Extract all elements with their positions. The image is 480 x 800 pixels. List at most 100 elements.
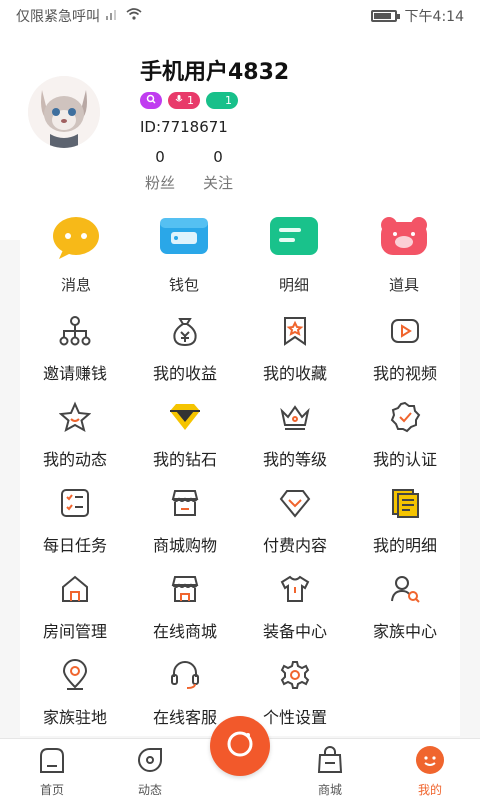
feature-label: 在线商城 — [152, 622, 217, 641]
feature-personal-settings[interactable]: 个性设置 — [240, 658, 350, 728]
settings-gear-icon — [278, 658, 312, 692]
feature-verification[interactable]: 我的认证 — [350, 400, 460, 470]
quick-action-wallet[interactable]: 钱包 — [144, 216, 224, 295]
search-badge-icon — [146, 94, 156, 107]
feature-customer-service[interactable]: 在线客服 — [130, 658, 240, 728]
camera-button[interactable] — [210, 716, 270, 776]
nav-home[interactable]: 首页 — [22, 745, 82, 798]
profile-header: 手机用户4832 1 1 ID:7718671 0 粉丝 0 关注 — [0, 40, 480, 200]
following-stat[interactable]: 0 关注 — [198, 148, 238, 193]
message-icon — [51, 216, 101, 259]
feature-room-management[interactable]: 房间管理 — [20, 572, 130, 642]
feature-label: 每日任务 — [42, 536, 107, 555]
location-icon — [58, 658, 92, 692]
mic-badge-value: 1 — [187, 94, 194, 107]
home-nav-icon — [37, 745, 67, 775]
feature-grid: 邀请赚钱 我的收益 我的收藏 我的视频 我的动态 我的钻石 我的等级 我的认证 … — [20, 300, 460, 736]
feature-paid-content[interactable]: 付费内容 — [240, 486, 350, 556]
moment-nav-icon — [135, 745, 165, 775]
wifi-icon — [126, 8, 142, 24]
crown-icon — [278, 400, 312, 434]
paid-content-icon — [278, 486, 312, 520]
family-icon — [388, 572, 422, 606]
feature-label: 我的认证 — [372, 450, 437, 469]
feature-label: 家族中心 — [372, 622, 437, 641]
nav-mall[interactable]: 商城 — [300, 745, 360, 798]
star-icon — [58, 400, 92, 434]
feature-videos[interactable]: 我的视频 — [350, 314, 460, 384]
props-icon — [379, 216, 429, 256]
moon-badge-value: 1 — [225, 94, 232, 107]
feature-level[interactable]: 我的等级 — [240, 400, 350, 470]
feature-online-store[interactable]: 在线商城 — [130, 572, 240, 642]
avatar[interactable] — [28, 76, 100, 148]
notebook-icon — [388, 486, 422, 520]
feature-label: 我的钻石 — [152, 450, 217, 469]
clock-text: 下午4:14 — [404, 9, 464, 25]
feature-favorites[interactable]: 我的收藏 — [240, 314, 350, 384]
status-bar: 仅限紧急呼叫 下午4:14 — [0, 0, 480, 32]
invite-icon — [58, 314, 92, 348]
feature-label: 邀请赚钱 — [42, 364, 107, 383]
feature-label: 我的视频 — [372, 364, 437, 383]
bookmark-icon — [278, 314, 312, 348]
following-count: 0 — [213, 148, 223, 166]
profile-nav-icon — [415, 745, 445, 775]
quick-action-message[interactable]: 消息 — [36, 216, 116, 295]
quick-action-label: 道具 — [388, 276, 419, 294]
details-icon — [269, 216, 319, 256]
wallet-icon — [159, 216, 209, 256]
quick-action-label: 钱包 — [168, 276, 199, 294]
video-icon — [388, 314, 422, 348]
feature-invite[interactable]: 邀请赚钱 — [20, 314, 130, 384]
mic-badge-icon — [174, 94, 184, 107]
quick-action-props[interactable]: 道具 — [364, 216, 444, 295]
fans-label: 粉丝 — [144, 174, 175, 192]
nav-mine[interactable]: 我的 — [400, 745, 460, 798]
signal-icon — [106, 8, 120, 24]
quick-action-label: 消息 — [60, 276, 91, 294]
feature-family-base[interactable]: 家族驻地 — [20, 658, 130, 728]
feature-diamonds[interactable]: 我的钻石 — [130, 400, 240, 470]
nav-moments[interactable]: 动态 — [120, 745, 180, 798]
money-bag-icon — [168, 314, 202, 348]
search-badge — [140, 92, 162, 109]
nav-mall-label: 商城 — [317, 783, 342, 797]
shop-icon — [168, 486, 202, 520]
feature-label: 我的动态 — [42, 450, 107, 469]
badge-row: 1 1 — [140, 92, 238, 109]
feature-equipment-center[interactable]: 装备中心 — [240, 572, 350, 642]
feature-shopping[interactable]: 商城购物 — [130, 486, 240, 556]
diamond-icon — [168, 400, 202, 434]
home-icon — [58, 572, 92, 606]
moon-badge-icon — [212, 94, 222, 107]
feature-label: 装备中心 — [262, 622, 327, 641]
moon-badge: 1 — [206, 92, 238, 109]
feature-label: 我的明细 — [372, 536, 437, 555]
feature-family-center[interactable]: 家族中心 — [350, 572, 460, 642]
carrier-text: 仅限紧急呼叫 — [16, 9, 100, 25]
fans-stat[interactable]: 0 粉丝 — [140, 148, 180, 193]
nav-home-label: 首页 — [39, 783, 64, 797]
feature-label: 房间管理 — [42, 622, 107, 641]
fans-count: 0 — [155, 148, 165, 166]
feature-moments[interactable]: 我的动态 — [20, 400, 130, 470]
camera-icon — [223, 727, 257, 765]
feature-label: 家族驻地 — [42, 708, 107, 727]
feature-label: 付费内容 — [262, 536, 327, 555]
feature-label: 我的等级 — [262, 450, 327, 469]
bag-nav-icon — [315, 745, 345, 775]
nav-moments-label: 动态 — [137, 783, 162, 797]
feature-my-details[interactable]: 我的明细 — [350, 486, 460, 556]
verified-icon — [388, 400, 422, 434]
quick-action-details[interactable]: 明细 — [254, 216, 334, 295]
feature-label: 我的收藏 — [262, 364, 327, 383]
nav-mine-label: 我的 — [417, 783, 442, 797]
following-label: 关注 — [202, 174, 233, 192]
username: 手机用户4832 — [140, 60, 290, 85]
feature-earnings[interactable]: 我的收益 — [130, 314, 240, 384]
user-id: ID:7718671 — [140, 118, 228, 136]
feature-daily-tasks[interactable]: 每日任务 — [20, 486, 130, 556]
shirt-icon — [278, 572, 312, 606]
quick-action-label: 明细 — [278, 276, 309, 294]
